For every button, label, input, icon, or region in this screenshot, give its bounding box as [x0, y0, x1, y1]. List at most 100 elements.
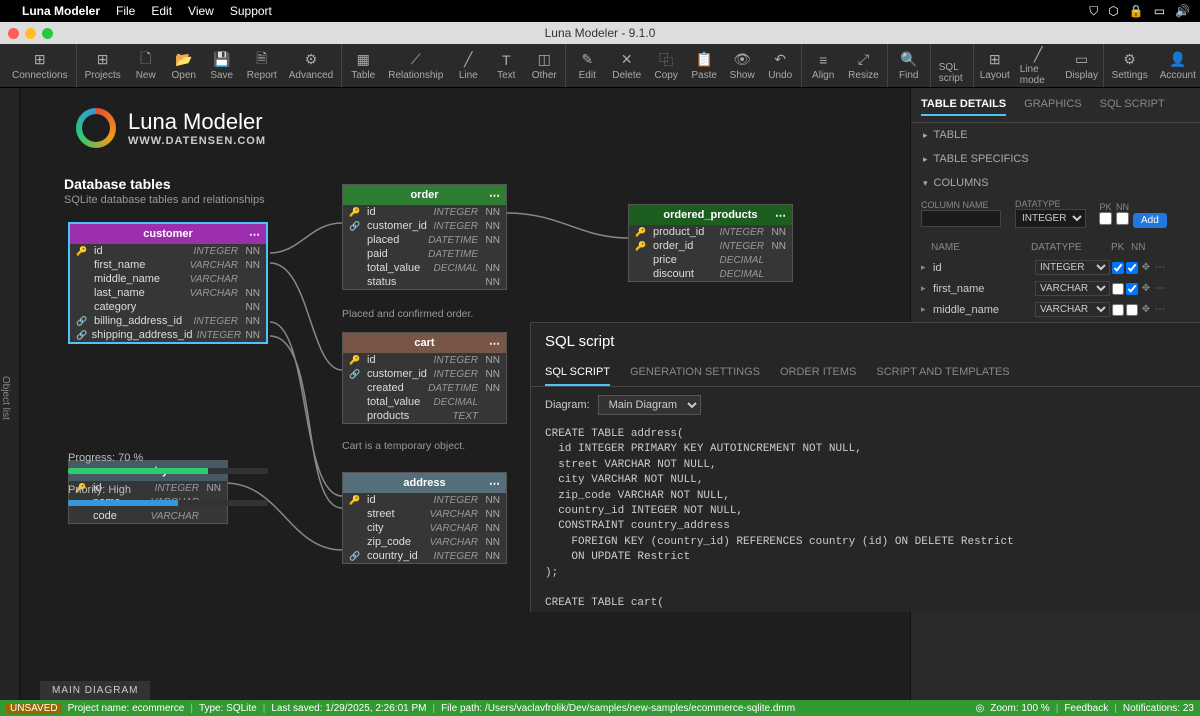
toolbar-display-button[interactable]: ▭Display	[1063, 46, 1101, 86]
toolbar-delete-button[interactable]: ✕Delete	[606, 46, 647, 86]
toolbar-open-button[interactable]: 📂Open	[165, 46, 203, 86]
column-row-first_name[interactable]: ▸first_nameVARCHAR✥⋯	[911, 278, 1200, 299]
toolbar-settings-button[interactable]: ⚙Settings	[1106, 46, 1154, 86]
sql-tab-order[interactable]: ORDER ITEMS	[780, 360, 856, 386]
move-icon[interactable]: ✥	[1140, 262, 1152, 273]
table-column-row[interactable]: discountDECIMAL	[629, 267, 792, 281]
table-column-row[interactable]: 🔗country_idINTEGERNN	[343, 549, 506, 563]
toolbar-relationship-button[interactable]: ⟋Relationship	[382, 46, 449, 86]
table-column-row[interactable]: middle_nameVARCHAR	[70, 272, 266, 286]
table-column-row[interactable]: 🔗customer_idINTEGERNN	[343, 367, 506, 381]
menu-edit[interactable]: Edit	[151, 4, 172, 18]
toolbar-text-button[interactable]: TText	[487, 46, 525, 86]
table-address[interactable]: address⋯🔑idINTEGERNNstreetVARCHARNNcityV…	[342, 472, 507, 564]
table-column-row[interactable]: cityVARCHARNN	[343, 521, 506, 535]
column-row-middle_name[interactable]: ▸middle_nameVARCHAR✥⋯	[911, 299, 1200, 320]
toolbar-table-button[interactable]: ▦Table	[344, 46, 382, 86]
more-icon[interactable]: ⋯	[1154, 304, 1166, 315]
col-nn-checkbox[interactable]	[1126, 283, 1138, 295]
sql-tab-generation[interactable]: GENERATION SETTINGS	[630, 360, 760, 386]
toolbar-save-button[interactable]: 💾Save	[203, 46, 241, 86]
table-column-row[interactable]: statusNN	[343, 275, 506, 289]
shield-icon[interactable]: ⛉	[1089, 4, 1098, 19]
table-more-icon[interactable]: ⋯	[489, 477, 500, 490]
toolbar-line-button[interactable]: ╱Line	[449, 46, 487, 86]
toolbar-show-button[interactable]: 👁Show	[723, 46, 761, 86]
diagram-tab-main[interactable]: MAIN DIAGRAM	[40, 681, 150, 700]
close-window-button[interactable]	[8, 28, 19, 39]
col-type-select[interactable]: INTEGER	[1035, 260, 1110, 275]
table-cart[interactable]: cart⋯🔑idINTEGERNN🔗customer_idINTEGERNNcr…	[342, 332, 507, 424]
volume-icon[interactable]: 🔊	[1175, 4, 1190, 18]
move-icon[interactable]: ✥	[1140, 283, 1152, 294]
table-column-row[interactable]: priceDECIMAL	[629, 253, 792, 267]
toolbar-account-button[interactable]: 👤Account	[1154, 46, 1200, 86]
status-zoom[interactable]: Zoom: 100 %	[990, 703, 1049, 714]
table-column-row[interactable]: streetVARCHARNN	[343, 507, 506, 521]
table-header[interactable]: customer⋯	[70, 224, 266, 244]
toolbar-report-button[interactable]: 🗎Report	[241, 46, 283, 86]
sql-code-view[interactable]: CREATE TABLE address( id INTEGER PRIMARY…	[531, 423, 1200, 612]
table-column-row[interactable]: 🔑idINTEGERNN	[70, 244, 266, 258]
object-list-sidebar[interactable]: Object list	[0, 88, 20, 700]
col-pk-checkbox[interactable]	[1112, 262, 1124, 274]
table-column-row[interactable]: placedDATETIMENN	[343, 233, 506, 247]
table-header[interactable]: cart⋯	[343, 333, 506, 353]
more-icon[interactable]: ⋯	[1154, 262, 1166, 273]
col-type-select[interactable]: VARCHAR	[1035, 302, 1110, 317]
table-header[interactable]: address⋯	[343, 473, 506, 493]
toolbar-edit-button[interactable]: ✎Edit	[568, 46, 606, 86]
move-icon[interactable]: ✥	[1140, 304, 1152, 315]
col-pk-checkbox[interactable]	[1112, 283, 1124, 295]
table-column-row[interactable]: 🔑product_idINTEGERNN	[629, 225, 792, 239]
col-pk-checkbox[interactable]	[1112, 304, 1124, 316]
tab-graphics[interactable]: GRAPHICS	[1024, 94, 1081, 116]
table-order[interactable]: order⋯🔑idINTEGERNN🔗customer_idINTEGERNNp…	[342, 184, 507, 290]
table-column-row[interactable]: 🔑order_idINTEGERNN	[629, 239, 792, 253]
menu-support[interactable]: Support	[230, 4, 272, 18]
status-notifications[interactable]: Notifications: 23	[1123, 703, 1194, 714]
pk-checkbox[interactable]	[1099, 212, 1112, 225]
table-customer[interactable]: customer⋯🔑idINTEGERNNfirst_nameVARCHARNN…	[68, 222, 268, 344]
sql-tab-templates[interactable]: SCRIPT AND TEMPLATES	[876, 360, 1009, 386]
table-column-row[interactable]: codeVARCHAR	[69, 509, 227, 523]
toolbar-new-button[interactable]: 🗋New	[127, 46, 165, 86]
cube-icon[interactable]: ⬡	[1108, 4, 1118, 18]
table-column-row[interactable]: productsTEXT	[343, 409, 506, 423]
table-column-row[interactable]: 🔗customer_idINTEGERNN	[343, 219, 506, 233]
table-column-row[interactable]: total_valueDECIMAL	[343, 395, 506, 409]
table-column-row[interactable]: 🔗billing_address_idINTEGERNN	[70, 314, 266, 328]
toolbar-find-button[interactable]: 🔍Find	[890, 46, 928, 86]
lock-icon[interactable]: 🔒	[1129, 4, 1144, 18]
col-nn-checkbox[interactable]	[1126, 262, 1138, 274]
toolbar-paste-button[interactable]: 📋Paste	[685, 46, 723, 86]
more-icon[interactable]: ⋯	[1154, 283, 1166, 294]
maximize-window-button[interactable]	[42, 28, 53, 39]
menu-view[interactable]: View	[188, 4, 214, 18]
toolbar-connections-button[interactable]: ⊞Connections	[6, 46, 74, 86]
sql-tab-script[interactable]: SQL SCRIPT	[545, 360, 610, 386]
table-ordered_products[interactable]: ordered_products⋯🔑product_idINTEGERNN🔑or…	[628, 204, 793, 282]
table-more-icon[interactable]: ⋯	[489, 189, 500, 202]
datatype-select[interactable]: INTEGER	[1015, 209, 1086, 228]
table-column-row[interactable]: first_nameVARCHARNN	[70, 258, 266, 272]
status-feedback[interactable]: Feedback	[1064, 703, 1108, 714]
add-column-button[interactable]: Add	[1133, 213, 1167, 228]
section-table-specifics[interactable]: ▸TABLE SPECIFICS	[911, 147, 1200, 171]
tab-sql-script[interactable]: SQL SCRIPT	[1100, 94, 1165, 116]
target-icon[interactable]: ◎	[975, 703, 984, 714]
diagram-select[interactable]: Main Diagram	[598, 395, 701, 415]
toolbar-sql-script-button[interactable]: SQL script	[933, 46, 971, 86]
table-header[interactable]: ordered_products⋯	[629, 205, 792, 225]
section-columns[interactable]: ▾COLUMNS	[911, 171, 1200, 195]
column-name-input[interactable]	[921, 210, 1001, 227]
table-column-row[interactable]: total_valueDECIMALNN	[343, 261, 506, 275]
table-column-row[interactable]: last_nameVARCHARNN	[70, 286, 266, 300]
table-more-icon[interactable]: ⋯	[489, 337, 500, 350]
nn-checkbox[interactable]	[1116, 212, 1129, 225]
toolbar-projects-button[interactable]: ⊞Projects	[79, 46, 127, 86]
table-column-row[interactable]: categoryNN	[70, 300, 266, 314]
col-type-select[interactable]: VARCHAR	[1035, 281, 1110, 296]
table-column-row[interactable]: 🔑idINTEGERNN	[343, 205, 506, 219]
table-column-row[interactable]: paidDATETIME	[343, 247, 506, 261]
